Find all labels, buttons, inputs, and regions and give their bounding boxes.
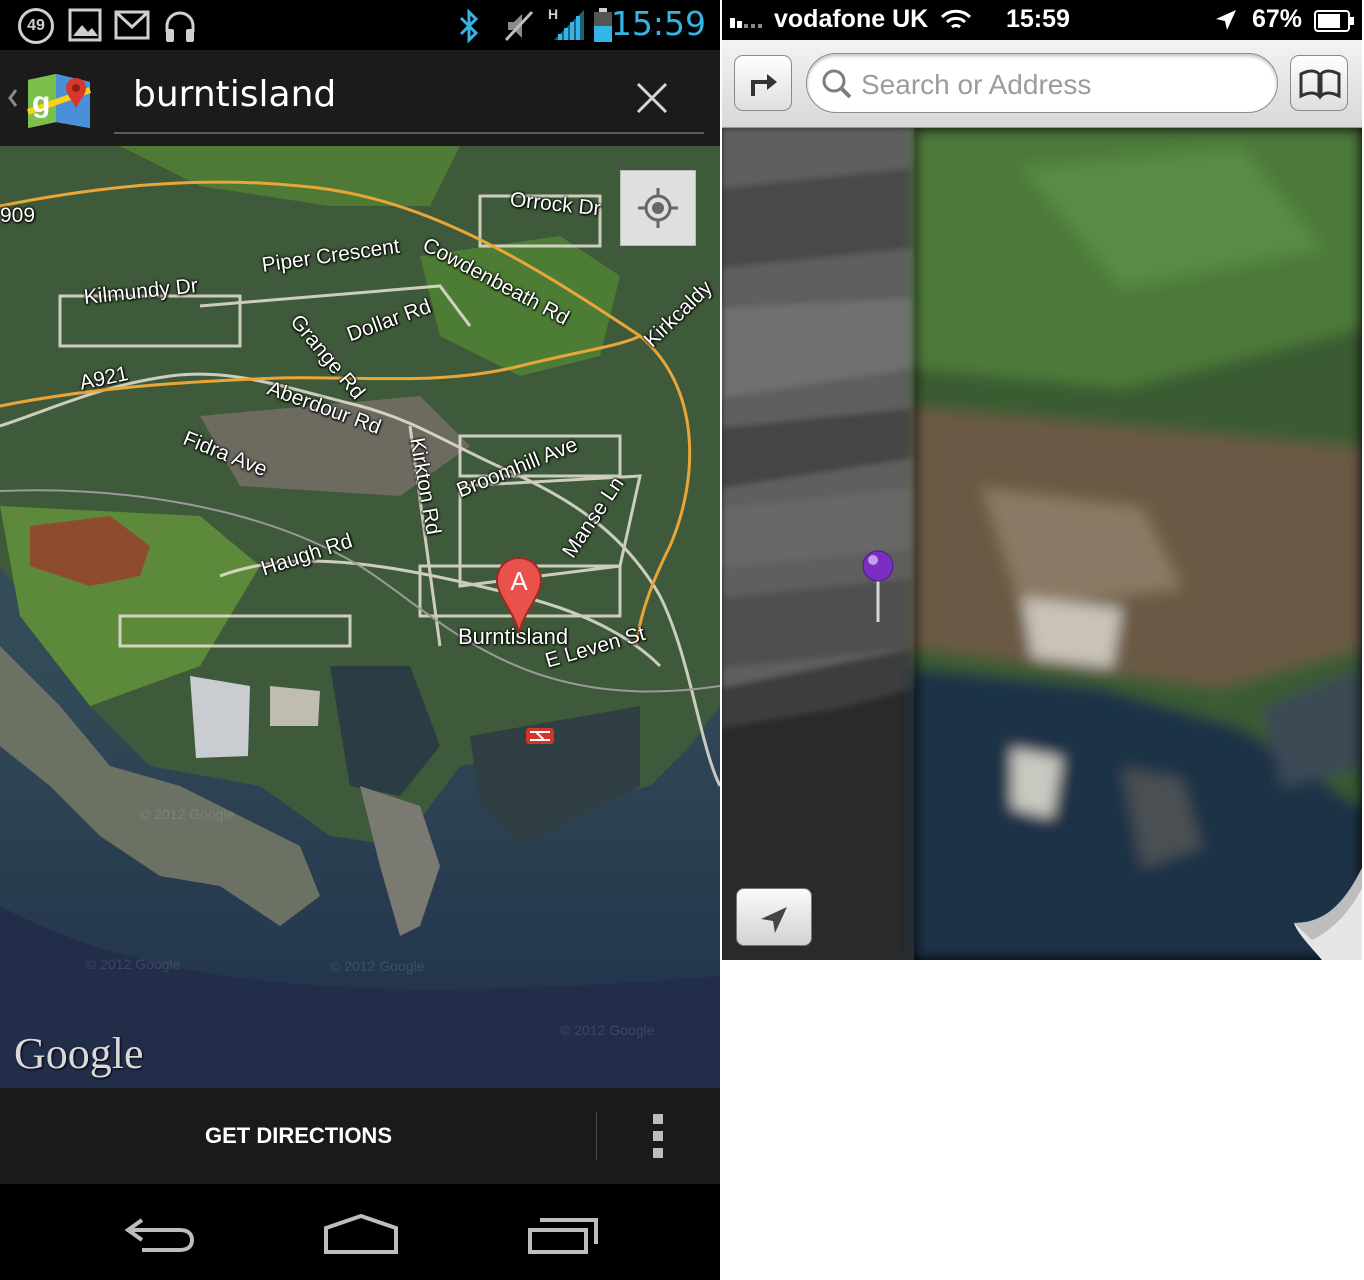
page-curl-button[interactable] [1292, 868, 1362, 960]
locate-me-button[interactable] [736, 888, 812, 946]
my-location-icon [638, 188, 678, 228]
bookmarks-button[interactable] [1290, 55, 1348, 111]
notification-count-icon[interactable]: 49 [18, 8, 54, 44]
image-icon [68, 8, 102, 42]
directions-button[interactable] [734, 55, 792, 111]
ios-map-imagery [722, 128, 1362, 960]
android-clock: 15:59 [610, 4, 706, 43]
android-status-bar: 49 H 15:59 [0, 0, 720, 50]
svg-text:A: A [510, 566, 528, 596]
location-arrow-icon [761, 907, 787, 933]
search-placeholder: Search or Address [861, 69, 1092, 100]
back-icon[interactable] [122, 1214, 196, 1254]
bottom-bar-divider [596, 1112, 597, 1160]
android-bottom-bar: GET DIRECTIONS [0, 1088, 720, 1184]
search-icon [822, 69, 852, 99]
satellite-map[interactable]: 909 Orrock Dr Cowdenbeath Rd Piper Cresc… [0, 146, 720, 1088]
bluetooth-icon [459, 8, 479, 44]
android-screen: 49 H 15:59 g burntisland 909 Orrock Dr C… [0, 0, 720, 1280]
map-copyright: © 2012 Google [86, 956, 181, 972]
headphones-icon [165, 11, 195, 42]
map-copyright: © 2012 Google [140, 806, 235, 822]
wifi-icon [940, 9, 972, 29]
google-logo: Google [14, 1029, 144, 1078]
ios-screen: vodafone UK 15:59 67% Search or Address [722, 0, 1362, 960]
directions-arrow-icon [751, 74, 777, 96]
location-arrow-icon [1216, 10, 1236, 30]
map-copyright: © 2012 Google [330, 958, 425, 974]
signal-icon [554, 10, 584, 40]
get-directions-button[interactable]: GET DIRECTIONS [0, 1088, 597, 1184]
android-nav-bar [0, 1184, 720, 1280]
close-icon[interactable] [632, 78, 672, 118]
search-input[interactable]: burntisland [133, 74, 336, 115]
ios-satellite-map[interactable] [722, 128, 1362, 960]
search-underline [114, 132, 704, 134]
battery-percent: 67% [1252, 5, 1303, 33]
search-field[interactable]: Search or Address [806, 53, 1278, 113]
signal-bars-icon [730, 18, 762, 28]
book-icon [1299, 69, 1341, 100]
vibrate-icon [504, 10, 534, 42]
map-marker-a[interactable]: A [494, 556, 544, 634]
map-copyright: © 2012 Google [560, 1022, 655, 1038]
ios-status-bar: vodafone UK 15:59 67% [722, 0, 1362, 40]
ios-toolbar: Search or Address [722, 40, 1362, 128]
gmail-icon [114, 10, 150, 40]
recent-apps-icon[interactable] [526, 1216, 600, 1256]
svg-text:g: g [32, 86, 50, 119]
ios-clock: 15:59 [1006, 5, 1070, 33]
map-label-909: 909 [0, 204, 36, 227]
my-location-button[interactable] [620, 170, 696, 246]
home-icon[interactable] [322, 1212, 400, 1256]
android-action-bar: g burntisland [0, 50, 720, 146]
battery-icon [1314, 10, 1354, 32]
carrier-name: vodafone UK [774, 5, 929, 33]
google-maps-icon[interactable]: g [6, 72, 98, 132]
overflow-menu-icon[interactable] [624, 1110, 694, 1162]
